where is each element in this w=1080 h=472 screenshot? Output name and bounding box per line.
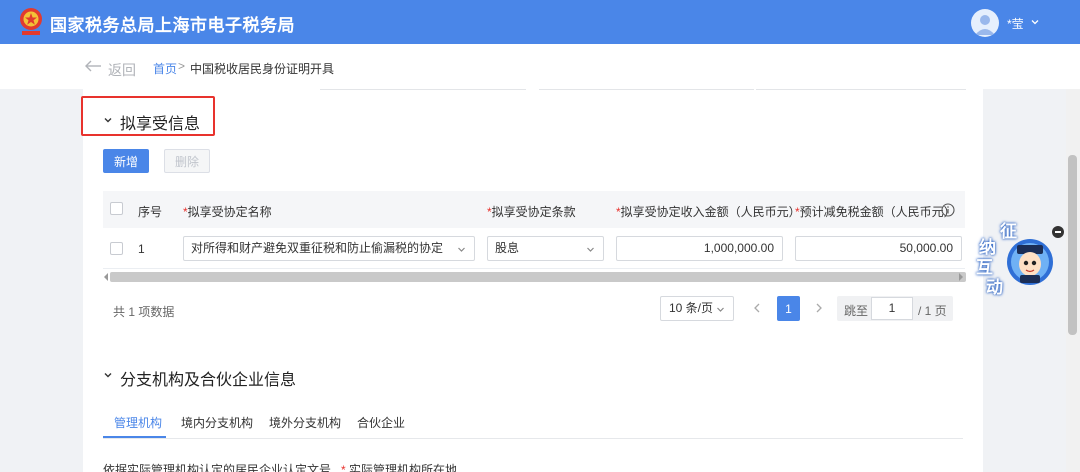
column-header-income: *拟享受协定收入金额（人民币元） [616, 205, 801, 219]
divider [323, 89, 526, 90]
agreement-value: 对所得和财产避免双重征税和防止偷漏税的协定 [191, 241, 444, 255]
chevron-down-icon [458, 247, 465, 252]
widget-label-char: 征 [1000, 222, 1017, 241]
tabs-divider [103, 438, 963, 439]
add-button[interactable]: 新增 [103, 149, 149, 173]
highlight-box [81, 96, 215, 136]
clause-select[interactable]: 股息 [487, 236, 604, 261]
breadcrumb-current: 中国税收居民身份证明开具 [190, 62, 335, 76]
column-header-agreement: *拟享受协定名称 [183, 205, 272, 219]
breadcrumb-separator: > [178, 59, 186, 73]
column-header-tax: *预计减免税金额（人民币元） [795, 205, 956, 219]
widget-close-icon[interactable] [1052, 226, 1064, 238]
row-checkbox[interactable] [110, 242, 123, 255]
chevron-down-icon[interactable] [1030, 17, 1040, 27]
tab-management[interactable]: 管理机构 [114, 414, 162, 431]
row-divider [103, 268, 965, 269]
field-label-location: * 实际管理机构所在地 [341, 463, 458, 472]
horizontal-scrollbar[interactable] [110, 272, 966, 282]
back-arrow-icon[interactable] [84, 59, 102, 73]
chevron-down-icon[interactable] [103, 370, 113, 380]
page-number-current[interactable]: 1 [777, 296, 800, 321]
widget-label-char: 动 [986, 278, 1003, 297]
page-size-value: 10 条/页 [669, 301, 714, 315]
clause-value: 股息 [495, 241, 520, 255]
divider [539, 89, 754, 90]
divider [756, 89, 966, 90]
sub-navigation: 返回 首页 > 中国税收居民身份证明开具 [0, 44, 1080, 89]
page-size-select[interactable]: 10 条/页 [660, 296, 734, 321]
user-avatar-icon [975, 15, 995, 35]
field-label-doc: 依据实际管理机构认定的居民企业认定文号 [103, 463, 332, 472]
column-header-clause: *拟享受协定条款 [487, 205, 576, 219]
top-header: 国家税务总局上海市电子税务局 *莹 [0, 0, 1080, 44]
jump-page-input[interactable]: 1 [871, 297, 913, 320]
next-page-icon[interactable] [814, 302, 824, 314]
total-count: 共 1 项数据 [113, 305, 175, 319]
tab-overseas-branch[interactable]: 境外分支机构 [269, 414, 341, 431]
assistant-widget[interactable]: 征 纳 互 动 [975, 215, 1065, 300]
tax-amount-input[interactable]: 50,000.00 [795, 236, 962, 261]
chevron-down-icon [717, 307, 724, 312]
scroll-left-icon[interactable] [103, 273, 109, 281]
income-amount-input[interactable]: 1,000,000.00 [616, 236, 783, 261]
tab-domestic-branch[interactable]: 境内分支机构 [181, 414, 253, 431]
breadcrumb-home[interactable]: 首页 [153, 60, 177, 77]
app-title: 国家税务总局上海市电子税务局 [50, 16, 295, 35]
section-title-branch: 分支机构及合伙企业信息 [120, 372, 297, 389]
user-avatar[interactable] [971, 9, 999, 37]
tab-partnership[interactable]: 合伙企业 [357, 414, 405, 431]
scroll-right-icon[interactable] [958, 273, 964, 281]
agreement-select[interactable]: 对所得和财产避免双重征税和防止偷漏税的协定 [183, 236, 475, 261]
row-index: 1 [138, 242, 145, 256]
user-name[interactable]: *莹 [1007, 15, 1024, 32]
jump-label: 跳至 [844, 304, 869, 318]
select-all-checkbox[interactable] [110, 202, 123, 215]
delete-button[interactable]: 删除 [164, 149, 210, 173]
column-header-index: 序号 [138, 205, 163, 219]
chevron-down-icon [587, 247, 594, 252]
tab-active-indicator [103, 436, 166, 438]
tax-emblem-icon [20, 8, 42, 35]
total-pages: / 1 页 [918, 304, 947, 318]
vertical-scrollbar-thumb[interactable] [1068, 155, 1077, 335]
prev-page-icon[interactable] [752, 302, 762, 314]
info-icon[interactable] [941, 203, 955, 217]
back-link[interactable]: 返回 [108, 60, 136, 80]
